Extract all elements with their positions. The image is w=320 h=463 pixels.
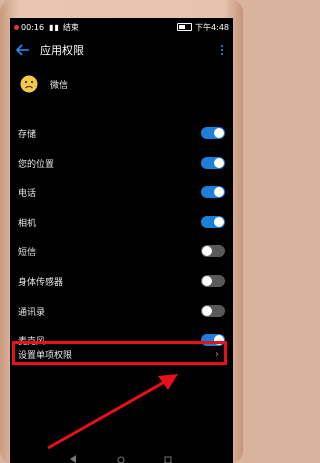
more-options-icon[interactable] <box>219 45 225 55</box>
app-info: 微信 <box>10 72 233 96</box>
toggle-knob <box>214 158 224 168</box>
permission-toggle[interactable] <box>201 305 225 317</box>
toggle-knob <box>202 276 212 286</box>
toggle-knob <box>214 217 224 227</box>
permission-label: 相机 <box>18 218 37 229</box>
permission-row[interactable]: 短信 <box>10 240 233 262</box>
permission-label: 通讯录 <box>18 307 46 318</box>
page-title: 应用权限 <box>40 44 84 57</box>
permission-toggle[interactable] <box>201 127 225 139</box>
nav-back-icon <box>70 455 76 463</box>
permission-toggle[interactable] <box>201 275 225 287</box>
status-time: 00:16 <box>21 22 45 32</box>
status-right-time: 下午4:48 <box>195 22 229 32</box>
permission-row[interactable]: 您的位置 <box>10 152 233 174</box>
toggle-knob <box>202 246 212 256</box>
sad-face-icon <box>20 75 38 93</box>
screen: 00:16 ▮▮ 结束 下午4:48 应用权限 微信 存储 您的位置 电话 相机… <box>10 18 233 463</box>
permission-label: 身体传感器 <box>18 277 64 288</box>
status-bar: 00:16 ▮▮ 结束 下午4:48 <box>10 18 233 36</box>
permission-label: 存储 <box>18 129 37 140</box>
permission-row[interactable]: 电话 <box>10 181 233 203</box>
permission-label: 电话 <box>18 188 37 199</box>
toggle-knob <box>202 306 212 316</box>
permission-toggle[interactable] <box>201 186 225 198</box>
toggle-knob <box>214 187 224 197</box>
permission-row[interactable]: 相机 <box>10 211 233 233</box>
title-bar: 应用权限 <box>10 38 233 62</box>
permission-toggle[interactable] <box>201 157 225 169</box>
highlight-box <box>12 341 227 365</box>
permission-row[interactable]: 身体传感器 <box>10 270 233 292</box>
status-carrier: 结束 <box>62 22 79 32</box>
battery-icon <box>177 23 193 31</box>
back-button[interactable] <box>12 38 34 62</box>
permission-toggle[interactable] <box>201 245 225 257</box>
nav-bar <box>70 455 172 463</box>
nav-recent-icon <box>164 456 172 463</box>
permission-toggle[interactable] <box>201 216 225 228</box>
signal-icon: ▮▮ <box>49 22 60 32</box>
permission-label: 短信 <box>18 247 37 258</box>
back-arrow-icon <box>16 44 29 56</box>
phone-frame: 00:16 ▮▮ 结束 下午4:48 应用权限 微信 存储 您的位置 电话 相机… <box>0 0 243 463</box>
permission-label: 您的位置 <box>18 159 55 170</box>
permission-row[interactable]: 存储 <box>10 122 233 144</box>
toggle-knob <box>214 128 224 138</box>
app-name: 微信 <box>50 80 69 91</box>
permission-row[interactable]: 通讯录 <box>10 300 233 322</box>
nav-home-icon <box>117 456 125 463</box>
recording-dot-icon <box>14 24 19 30</box>
